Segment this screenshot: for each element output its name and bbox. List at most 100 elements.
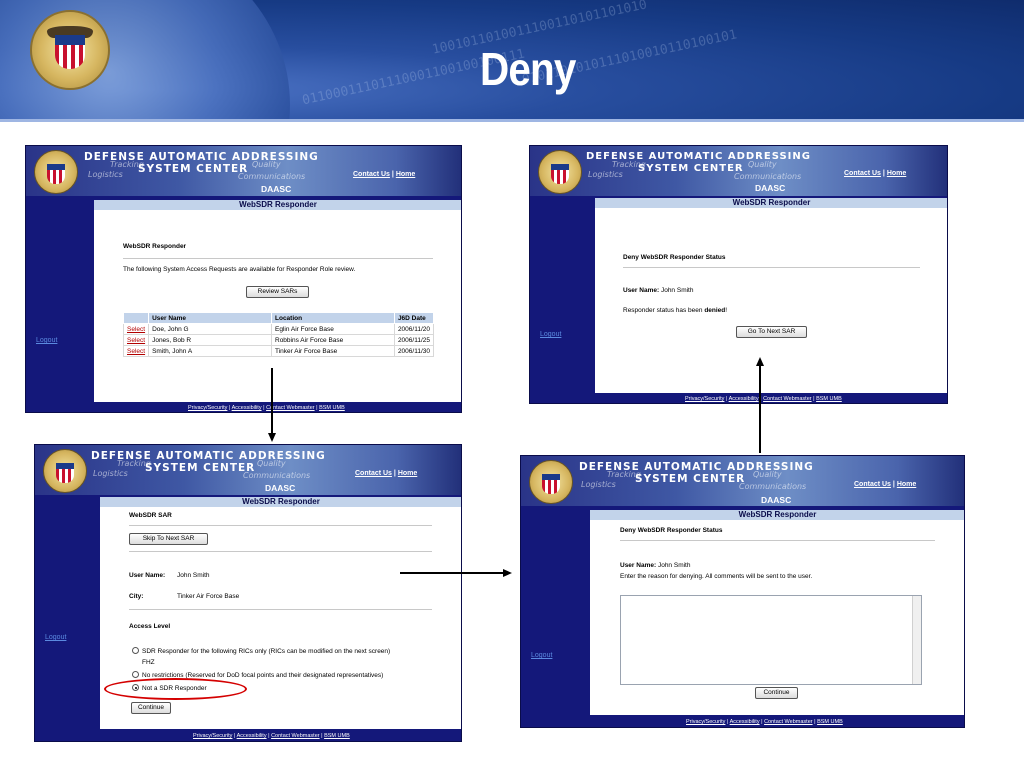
user-name-value: John Smith [660, 287, 694, 294]
contact-us-link[interactable]: Contact Us [353, 171, 390, 178]
app-title-bar: WebSDR Responder [590, 510, 964, 520]
continue-button[interactable]: Continue [755, 687, 798, 699]
contact-webmaster-link[interactable]: Contact Webmaster [271, 733, 320, 739]
flow-arrowhead-right [503, 569, 512, 577]
bsm-umb-link[interactable]: BSM UMB [319, 405, 345, 411]
accessibility-link[interactable]: Accessibility [237, 733, 267, 739]
contact-us-link[interactable]: Contact Us [854, 481, 891, 488]
logout-link[interactable]: Logout [540, 331, 561, 338]
radio-rics-only[interactable] [132, 647, 139, 654]
divider [123, 258, 433, 259]
select-link[interactable]: Select [122, 345, 150, 357]
user-name-row: User Name: John Smith [620, 562, 690, 569]
home-link[interactable]: Home [398, 470, 417, 477]
link-separator: | [882, 170, 885, 177]
privacy-link[interactable]: Privacy/Security [193, 733, 232, 739]
home-link[interactable]: Home [897, 481, 916, 488]
column-header-location: Location [271, 312, 395, 324]
screenshot-deny-reason-entry: DEFENSE AUTOMATIC ADDRESSING SYSTEM CENT… [520, 455, 965, 728]
content-panel: WebSDR Responder Deny WebSDR Responder S… [590, 510, 964, 715]
textarea-scrollbar[interactable] [912, 596, 921, 684]
column-header-j6d-date: J6D Date [393, 312, 435, 324]
bsm-umb-link[interactable]: BSM UMB [816, 396, 842, 402]
tagline-tracking: Tracking [117, 459, 151, 468]
flow-arrow-up [759, 366, 761, 453]
denial-reason-textarea[interactable] [620, 595, 922, 685]
city-label: City: [129, 593, 144, 600]
logout-link[interactable]: Logout [45, 634, 66, 641]
tagline-quality: Quality [748, 160, 777, 169]
tagline-tracking: Tracking [110, 160, 144, 169]
daasc-label: DAASC [755, 183, 786, 193]
accessibility-link[interactable]: Accessibility [729, 396, 759, 402]
radio-no-restrictions[interactable] [132, 671, 139, 678]
home-link[interactable]: Home [887, 170, 906, 177]
cell-date: 2006/11/30 [393, 345, 435, 357]
column-header-user-name: User Name [148, 312, 272, 324]
tagline-logistics: Logistics [93, 469, 128, 478]
daasc-seal-icon [43, 449, 87, 493]
continue-button[interactable]: Continue [131, 702, 171, 714]
user-name-label: User Name: [620, 562, 657, 569]
header-links: Contact Us | Home [353, 171, 415, 178]
logout-link[interactable]: Logout [36, 337, 57, 344]
highlight-oval [104, 678, 247, 700]
section-heading: WebSDR Responder [123, 243, 187, 250]
go-to-next-sar-button[interactable]: Go To Next SAR [736, 326, 807, 338]
content-panel: WebSDR Responder Deny WebSDR Responder S… [595, 198, 947, 393]
link-separator: | [391, 171, 394, 178]
tagline-quality: Quality [753, 470, 782, 479]
site-footer: Privacy/Security | Accessibility | Conta… [188, 405, 345, 411]
skip-to-next-sar-button[interactable]: Skip To Next SAR [129, 533, 208, 545]
divider [129, 551, 432, 552]
screenshot-websdr-responder-list: DEFENSE AUTOMATIC ADDRESSING SYSTEM CENT… [25, 145, 462, 413]
cell-location: Eglin Air Force Base [271, 323, 395, 335]
site-footer: Privacy/Security | Accessibility | Conta… [685, 396, 842, 402]
flow-arrowhead-up [756, 357, 764, 366]
divider [620, 540, 935, 541]
tagline-communications: Communications [243, 471, 311, 480]
site-header: DEFENSE AUTOMATIC ADDRESSING SYSTEM CENT… [530, 146, 947, 196]
tagline-logistics: Logistics [88, 170, 123, 179]
tagline-tracking: Tracking [612, 160, 646, 169]
privacy-link[interactable]: Privacy/Security [188, 405, 227, 411]
home-link[interactable]: Home [396, 171, 415, 178]
site-name-line2: SYSTEM CENTER [138, 163, 249, 175]
sar-table: User Name Location J6D Date Select Doe, … [122, 312, 435, 357]
tagline-tracking: Tracking [607, 470, 641, 479]
contact-webmaster-link[interactable]: Contact Webmaster [763, 396, 812, 402]
tagline-quality: Quality [257, 459, 286, 468]
privacy-link[interactable]: Privacy/Security [686, 719, 725, 725]
status-denied: denied [704, 307, 726, 314]
slide-title: Deny [480, 43, 576, 95]
site-footer: Privacy/Security | Accessibility | Conta… [193, 733, 350, 739]
contact-webmaster-link[interactable]: Contact Webmaster [764, 719, 813, 725]
cell-user: Smith, John A [148, 345, 272, 357]
user-name-row: User Name: John Smith [623, 287, 693, 294]
bsm-umb-link[interactable]: BSM UMB [324, 733, 350, 739]
contact-webmaster-link[interactable]: Contact Webmaster [266, 405, 315, 411]
dla-seal-logo [30, 10, 110, 90]
contact-us-link[interactable]: Contact Us [355, 470, 392, 477]
divider [129, 609, 432, 610]
contact-us-link[interactable]: Contact Us [844, 170, 881, 177]
select-link[interactable]: Select [122, 334, 150, 346]
access-level-heading: Access Level [129, 623, 171, 630]
user-name-label: User Name: [623, 287, 660, 294]
accessibility-link[interactable]: Accessibility [730, 719, 760, 725]
app-title-bar: WebSDR Responder [100, 497, 461, 507]
banner-rule [0, 119, 1024, 122]
daasc-label: DAASC [261, 184, 292, 194]
select-link[interactable]: Select [122, 323, 150, 335]
daasc-seal-icon [529, 460, 573, 504]
logout-link[interactable]: Logout [531, 652, 552, 659]
tagline-quality: Quality [252, 160, 281, 169]
review-sars-button[interactable]: Review SARs [246, 286, 309, 298]
bsm-umb-link[interactable]: BSM UMB [817, 719, 843, 725]
accessibility-link[interactable]: Accessibility [232, 405, 262, 411]
instructions-text: Enter the reason for denying. All commen… [620, 573, 813, 580]
table-row: Select Jones, Bob R Robbins Air Force Ba… [122, 334, 435, 346]
tagline-logistics: Logistics [581, 480, 616, 489]
screenshot-deny-status-confirmation: DEFENSE AUTOMATIC ADDRESSING SYSTEM CENT… [529, 145, 948, 404]
privacy-link[interactable]: Privacy/Security [685, 396, 724, 402]
